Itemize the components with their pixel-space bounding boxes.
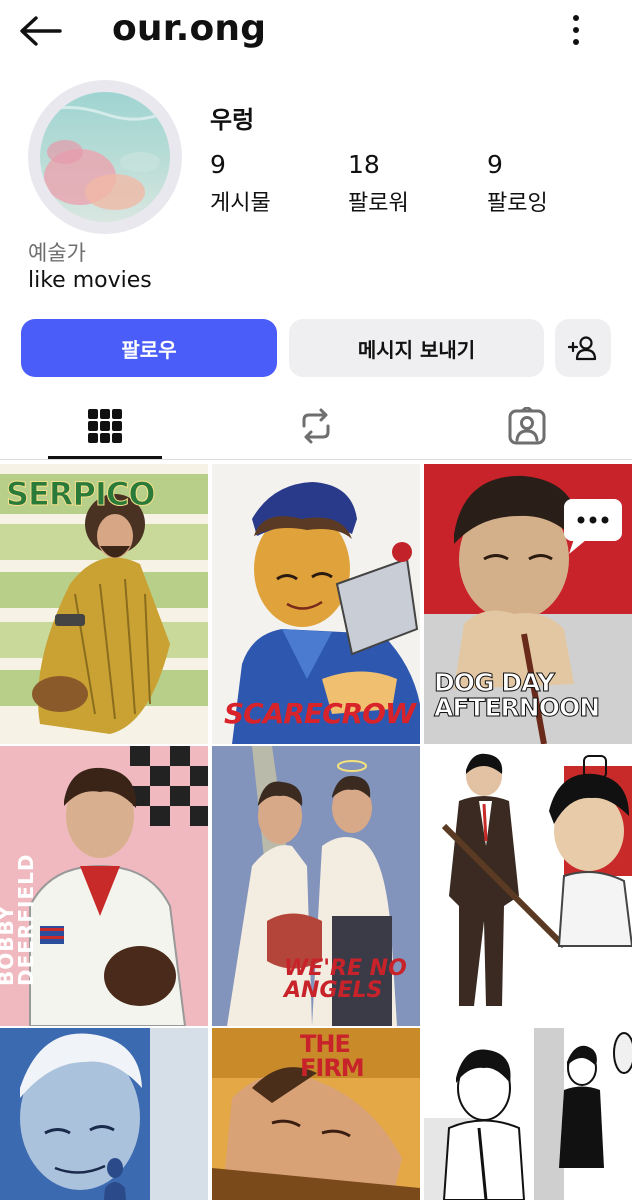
reels-repost-icon [302, 408, 330, 444]
more-options-button[interactable] [560, 12, 592, 48]
tab-reposts[interactable] [211, 392, 421, 460]
stat-followers[interactable]: 18 팔로워 [348, 150, 409, 217]
stat-label: 팔로잉 [487, 191, 548, 216]
profile-display-name: 우렁 [210, 106, 255, 134]
add-person-icon [568, 336, 597, 361]
tagged-person-icon [508, 407, 546, 445]
avatar[interactable] [28, 80, 182, 234]
stat-following[interactable]: 9 팔로잉 [487, 150, 548, 217]
profile-category: 예술가 [28, 241, 86, 265]
arrow-left-icon [20, 16, 62, 46]
suggest-users-button[interactable] [555, 319, 611, 377]
post-caption: BOBBY DEERFIELD [0, 853, 38, 986]
post-caption: DOG DAY AFTERNOON [434, 668, 601, 722]
post-thumbnail[interactable]: WE'RE NO ANGELS [212, 746, 420, 1026]
more-vertical-icon [573, 15, 579, 21]
post-grid: SERPICO SCARECROW DOG DAY AFTERNOON BOBB… [0, 462, 632, 1200]
post-thumbnail[interactable]: DOG DAY AFTERNOON [424, 464, 632, 744]
avatar-image [40, 92, 170, 222]
profile-tabs [0, 392, 632, 460]
post-thumbnail[interactable] [424, 1028, 632, 1200]
profile-bio: like movies [28, 268, 152, 293]
stat-label: 게시물 [210, 191, 271, 216]
profile-username: our.ong [112, 8, 267, 49]
post-thumbnail[interactable] [424, 746, 632, 1026]
tab-tagged[interactable] [422, 392, 632, 460]
back-button[interactable] [18, 12, 68, 50]
stat-value: 9 [210, 150, 226, 179]
post-thumbnail[interactable]: SCARECROW [212, 464, 420, 744]
active-tab-indicator [48, 456, 162, 459]
stat-label: 팔로워 [348, 191, 409, 216]
stat-posts[interactable]: 9 게시물 [210, 150, 271, 217]
post-caption: WE'RE NO ANGELS [284, 956, 407, 1003]
top-bar: our.ong [0, 0, 632, 64]
stat-value: 9 [487, 150, 503, 179]
post-caption: SERPICO [6, 475, 157, 513]
post-caption: THE FIRM [300, 1030, 365, 1082]
stat-value: 18 [348, 150, 380, 179]
message-button[interactable]: 메시지 보내기 [289, 319, 544, 377]
post-caption: SCARECROW [224, 697, 416, 730]
grid-icon [88, 409, 122, 443]
post-thumbnail[interactable]: SERPICO [0, 464, 208, 744]
post-thumbnail[interactable]: THE FIRM [212, 1028, 420, 1200]
post-thumbnail[interactable] [0, 1028, 208, 1200]
follow-button[interactable]: 팔로우 [21, 319, 277, 377]
tab-posts-grid[interactable] [0, 392, 210, 460]
post-thumbnail[interactable]: BOBBY DEERFIELD [0, 746, 208, 1026]
